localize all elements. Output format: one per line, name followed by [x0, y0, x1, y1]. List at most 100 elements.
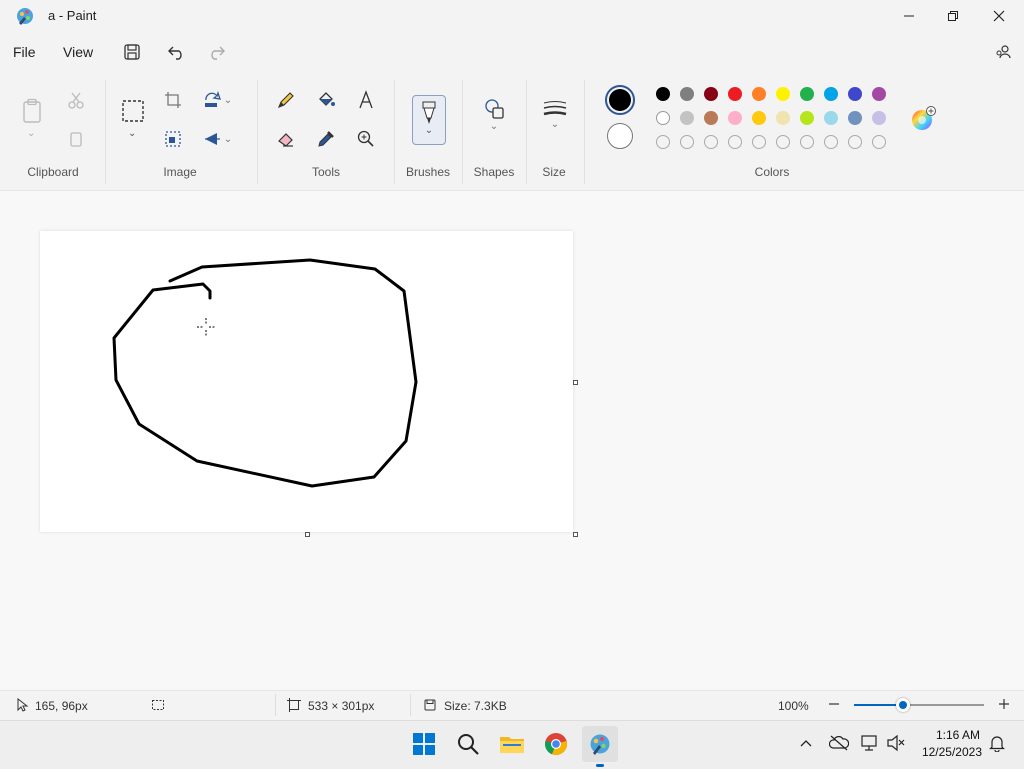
minimize-icon	[904, 15, 914, 17]
custom-color-slot[interactable]	[776, 135, 790, 149]
color-swatch[interactable]	[704, 87, 718, 101]
color-swatch[interactable]	[728, 87, 742, 101]
clock-time[interactable]: 1:16 AM	[912, 728, 980, 742]
custom-color-slot[interactable]	[848, 135, 862, 149]
color-swatch[interactable]	[824, 87, 838, 101]
start-button[interactable]	[406, 726, 442, 762]
file-menu[interactable]: File	[13, 44, 36, 60]
zoom-in-button[interactable]	[996, 696, 1012, 712]
color-swatch[interactable]	[776, 111, 790, 125]
chrome-button[interactable]	[538, 726, 574, 762]
file-size-icon	[424, 699, 436, 711]
fill-button[interactable]	[312, 86, 340, 114]
pencil-icon	[278, 92, 294, 108]
primary-color-swatch	[609, 89, 631, 111]
paint-icon	[590, 734, 610, 755]
custom-color-slot[interactable]	[872, 135, 886, 149]
notifications-button[interactable]	[988, 734, 1006, 753]
network-button[interactable]	[860, 734, 880, 752]
copy-button[interactable]	[62, 125, 90, 153]
volume-button[interactable]	[886, 734, 906, 752]
color-swatch[interactable]	[848, 111, 862, 125]
view-menu[interactable]: View	[63, 44, 93, 60]
custom-color-slot[interactable]	[824, 135, 838, 149]
magnifier-button[interactable]	[352, 125, 380, 153]
brushes-button[interactable]: ⌄	[412, 95, 446, 145]
color-swatch[interactable]	[656, 111, 670, 125]
color-swatch[interactable]	[848, 87, 862, 101]
select-button[interactable]	[118, 96, 148, 126]
paste-button[interactable]	[18, 96, 46, 126]
cut-icon	[68, 92, 84, 109]
primary-color-button[interactable]	[605, 85, 635, 115]
resize-button[interactable]	[159, 125, 187, 153]
canvas-resize-handle-corner[interactable]	[573, 532, 578, 537]
file-explorer-button[interactable]	[494, 726, 530, 762]
select-dropdown-icon[interactable]: ⌄	[128, 128, 136, 139]
custom-color-slot[interactable]	[728, 135, 742, 149]
custom-color-slot[interactable]	[752, 135, 766, 149]
color-swatch[interactable]	[680, 111, 694, 125]
color-swatch[interactable]	[872, 111, 886, 125]
custom-color-slot[interactable]	[800, 135, 814, 149]
paste-dropdown-icon[interactable]: ⌄	[27, 128, 35, 139]
paint-app-icon	[15, 6, 35, 26]
account-button[interactable]	[989, 38, 1019, 66]
color-swatch[interactable]	[728, 111, 742, 125]
onedrive-button[interactable]	[828, 734, 850, 752]
drawing-canvas[interactable]	[40, 231, 573, 532]
undo-icon	[168, 46, 182, 60]
shapes-button[interactable]: ⌄	[480, 97, 508, 145]
color-swatch[interactable]	[872, 87, 886, 101]
text-button[interactable]	[352, 86, 380, 114]
ribbon-separator	[584, 80, 585, 184]
brushes-dropdown-icon: ⌄	[424, 125, 434, 136]
color-swatch[interactable]	[776, 87, 790, 101]
custom-color-slot[interactable]	[704, 135, 718, 149]
save-button[interactable]	[117, 38, 147, 66]
text-icon	[359, 90, 373, 109]
flip-button[interactable]: ⌄	[199, 125, 235, 153]
undo-button[interactable]	[162, 38, 192, 66]
search-button[interactable]	[450, 726, 486, 762]
color-picker-button[interactable]	[312, 125, 340, 153]
eraser-button[interactable]	[272, 125, 300, 153]
color-swatch[interactable]	[752, 87, 766, 101]
close-button[interactable]	[976, 0, 1022, 32]
zoom-out-button[interactable]	[826, 696, 842, 712]
show-hidden-icons-button[interactable]	[798, 735, 814, 751]
drawing-strokes	[112, 258, 418, 488]
rotate-button[interactable]: ⌄	[199, 86, 235, 114]
colors-group-label: Colors	[754, 165, 790, 179]
maximize-button[interactable]	[930, 0, 976, 32]
stroke-size-icon	[543, 101, 567, 116]
canvas-resize-handle-right[interactable]	[573, 380, 578, 385]
color-swatch[interactable]	[680, 87, 694, 101]
paint-taskbar-button[interactable]	[582, 726, 618, 762]
shapes-dropdown-icon: ⌄	[489, 121, 499, 132]
size-button[interactable]: ⌄	[541, 99, 569, 147]
eyedropper-icon	[318, 131, 334, 147]
image-group-label: Image	[163, 165, 197, 179]
color-swatch[interactable]	[824, 111, 838, 125]
pencil-button[interactable]	[272, 86, 300, 114]
secondary-color-button[interactable]	[607, 123, 633, 149]
cut-button[interactable]	[62, 86, 90, 114]
color-swatch[interactable]	[800, 111, 814, 125]
zoom-level[interactable]: 100%	[778, 699, 809, 713]
custom-color-slot[interactable]	[656, 135, 670, 149]
color-swatch[interactable]	[800, 87, 814, 101]
color-swatch[interactable]	[656, 87, 670, 101]
edit-colors-button[interactable]	[910, 106, 936, 132]
zoom-slider[interactable]	[854, 698, 984, 712]
minimize-button[interactable]	[886, 0, 932, 32]
canvas-size: 533 × 301px	[308, 699, 375, 713]
clock-date[interactable]: 12/25/2023	[912, 745, 982, 759]
redo-button[interactable]	[201, 38, 231, 66]
file-size: Size: 7.3KB	[444, 699, 507, 713]
crop-button[interactable]	[159, 86, 187, 114]
color-swatch[interactable]	[704, 111, 718, 125]
custom-color-slot[interactable]	[680, 135, 694, 149]
color-swatch[interactable]	[752, 111, 766, 125]
canvas-resize-handle-bottom[interactable]	[305, 532, 310, 537]
